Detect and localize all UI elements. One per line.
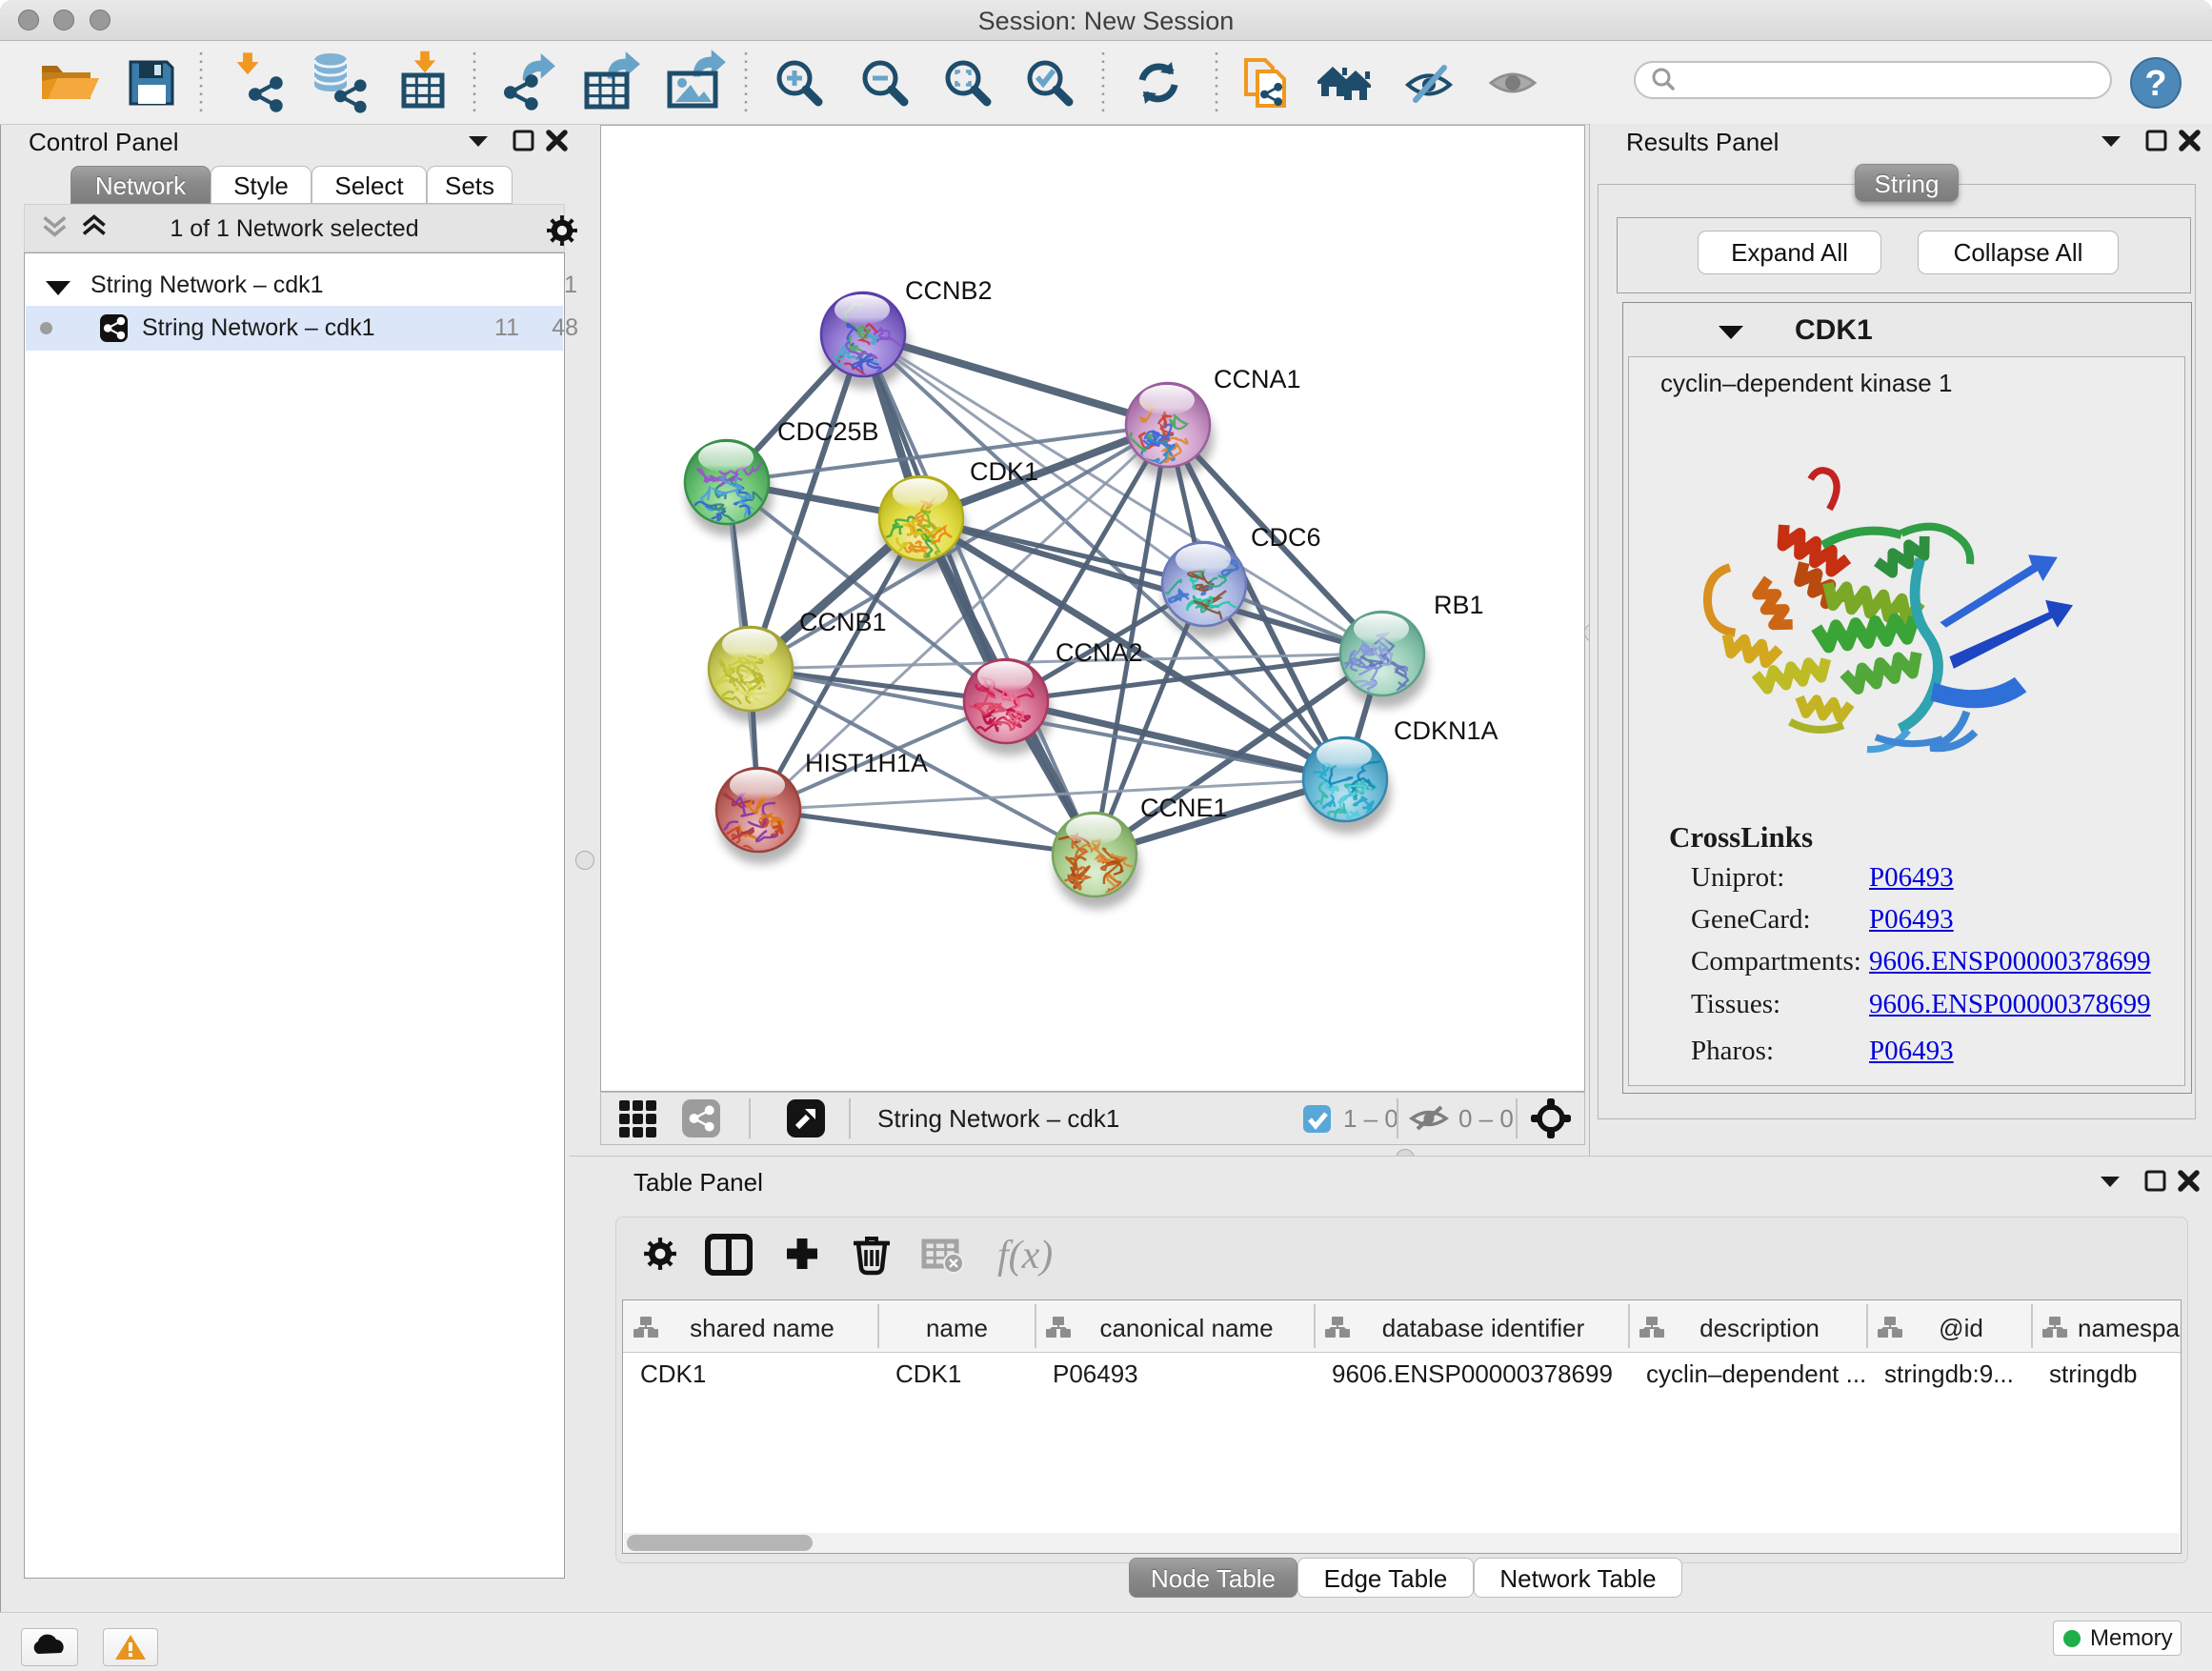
- svg-text:HIST1H1A: HIST1H1A: [805, 749, 928, 777]
- svg-text:@id: @id: [1939, 1314, 1983, 1342]
- svg-text:RB1: RB1: [1434, 591, 1484, 619]
- svg-text:1 – 0: 1 – 0: [1343, 1104, 1398, 1133]
- svg-text:description: description: [1699, 1314, 1820, 1342]
- svg-text:CCNE1: CCNE1: [1140, 794, 1228, 822]
- svg-text:CDK1: CDK1: [970, 457, 1038, 486]
- svg-text:CCNA1: CCNA1: [1214, 365, 1301, 393]
- svg-text:?: ?: [2144, 64, 2166, 104]
- svg-text:CDKN1A: CDKN1A: [1394, 716, 1498, 745]
- svg-text:CCNB2: CCNB2: [905, 276, 993, 305]
- svg-text:CDC6: CDC6: [1251, 523, 1321, 552]
- svg-text:namespace: namespace: [2078, 1314, 2181, 1342]
- svg-text:String Network – cdk1: String Network – cdk1: [877, 1104, 1119, 1133]
- svg-text:0 – 0: 0 – 0: [1458, 1104, 1514, 1133]
- svg-text:database identifier: database identifier: [1382, 1314, 1585, 1342]
- svg-text:CCNA2: CCNA2: [1056, 638, 1143, 667]
- svg-text:CCNB1: CCNB1: [799, 608, 887, 636]
- svg-text:shared name: shared name: [690, 1314, 835, 1342]
- svg-text:canonical name: canonical name: [1099, 1314, 1273, 1342]
- svg-text:name: name: [926, 1314, 988, 1342]
- svg-text:CDC25B: CDC25B: [777, 417, 879, 446]
- svg-text:f(x): f(x): [997, 1234, 1053, 1278]
